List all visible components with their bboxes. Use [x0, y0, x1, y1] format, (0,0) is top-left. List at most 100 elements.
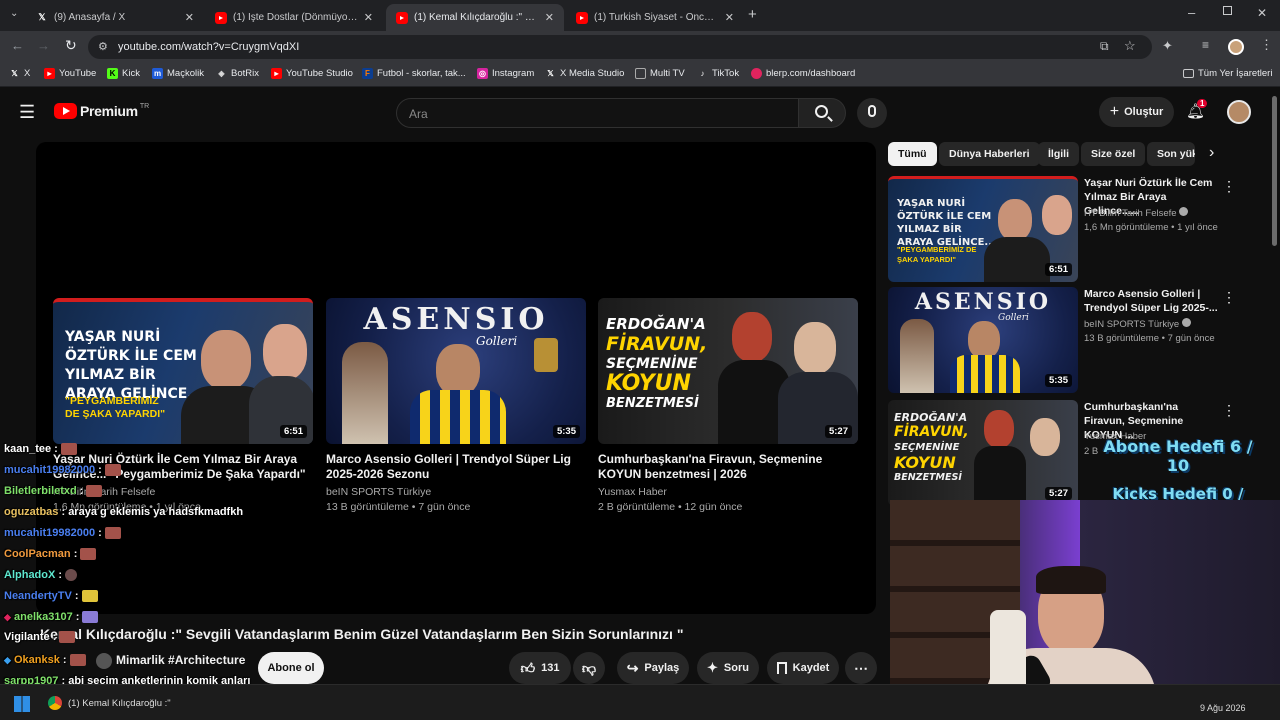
person-figure	[984, 410, 1014, 448]
search-input[interactable]: Ara	[396, 98, 799, 128]
hamburger-menu-icon[interactable]: ☰	[19, 102, 35, 123]
page-scrollbar[interactable]	[1272, 96, 1277, 246]
bookmark-instagram[interactable]: ◎ Instagram	[477, 68, 534, 79]
trophy-figure	[534, 338, 558, 372]
close-icon[interactable]: ✕	[364, 11, 373, 24]
menu-icon[interactable]: ⋮	[1260, 37, 1273, 53]
voice-search-button[interactable]	[857, 98, 887, 128]
related-video-1[interactable]: YAŞAR NURİ ÖZTÜRK İLE CEM YILMAZ BİR ARA…	[888, 176, 1268, 282]
bookmarks-bar: 𝕏X ▸ YouTube K Kick m Maçkolik ◈ BotRix ▸ You…	[0, 63, 1280, 87]
new-tab-button[interactable]: +	[748, 6, 757, 23]
tab-search-icon[interactable]: ⌄	[10, 8, 18, 19]
bookmark-mackolik[interactable]: m Maçkolik	[152, 68, 204, 79]
chip-world-news[interactable]: Dünya Haberleri	[939, 142, 1040, 166]
taskbar-chrome-window[interactable]: (1) Kemal Kılıçdaroğlu :"	[48, 693, 171, 713]
x-icon: 𝕏	[547, 69, 554, 78]
emote-icon	[104, 527, 121, 540]
endscreen-thumbnail[interactable]: YAŞAR NURİ ÖZTÜRK İLE CEM YILMAZ BİR ARA…	[53, 298, 313, 444]
chat-message: AlphadoX :	[4, 569, 78, 582]
bookmark-tiktok[interactable]: ♪ TikTok	[697, 68, 740, 79]
minimize-icon[interactable]: –	[1188, 5, 1195, 20]
bookmark-youtube[interactable]: ▸ YouTube	[44, 68, 96, 79]
bookmark-botrix[interactable]: ◈ BotRix	[216, 68, 259, 79]
extensions-icon[interactable]: ✦	[1162, 38, 1173, 54]
related-thumbnail[interactable]: YAŞAR NURİ ÖZTÜRK İLE CEM YILMAZ BİR ARA…	[888, 176, 1078, 282]
chip-all[interactable]: Tümü	[888, 142, 937, 166]
site-info-icon[interactable]: ⚙	[98, 40, 108, 53]
emote-icon	[81, 590, 98, 603]
close-icon[interactable]: ✕	[185, 11, 194, 24]
notifications-button[interactable]: 🔔︎ 1	[1186, 99, 1208, 122]
more-options-icon[interactable]: ⋮	[1222, 178, 1236, 195]
related-video-2[interactable]: ASENSIO Golleri 5:35 Marco Asensio Golle…	[888, 287, 1268, 393]
save-button[interactable]: Kaydet	[767, 652, 839, 684]
create-button[interactable]: + Oluştur	[1099, 97, 1174, 127]
endscreen-thumbnail[interactable]: ERDOĞAN'A FİRAVUN, SEÇMENİNE KOYUN BENZE…	[598, 298, 858, 444]
bookmark-x-media-studio[interactable]: 𝕏X Media Studio	[545, 68, 624, 79]
more-options-icon[interactable]: ⋮	[1222, 402, 1236, 419]
bookmark-blerp[interactable]: blerp.com/dashboard	[751, 68, 855, 79]
bookmark-youtube-studio[interactable]: ▸ YouTube Studio	[271, 68, 353, 79]
windows-start-icon[interactable]	[14, 696, 30, 712]
chess-hand-figure	[342, 342, 388, 444]
dislike-button[interactable]: 👎︎	[573, 652, 605, 684]
more-horizontal-icon: ⋯	[854, 659, 868, 676]
bookmark-futbol[interactable]: F Futbol - skorlar, tak...	[362, 68, 466, 79]
channel-avatar	[96, 653, 112, 669]
chip-recent[interactable]: Son yük	[1147, 142, 1195, 166]
bookmark-multi-tv[interactable]: Multi TV	[635, 68, 685, 79]
forward-icon[interactable]: →	[37, 38, 50, 53]
youtube-icon	[215, 11, 227, 24]
emote-icon	[82, 611, 99, 624]
reload-icon[interactable]: ↻	[65, 37, 77, 54]
person-figure	[998, 199, 1032, 241]
chip-related[interactable]: İlgili	[1038, 142, 1079, 166]
chip-for-you[interactable]: Size özel	[1081, 142, 1146, 166]
more-actions-button[interactable]: ⋯	[845, 652, 877, 684]
video-player[interactable]: YAŞAR NURİ ÖZTÜRK İLE CEM YILMAZ BİR ARA…	[36, 142, 876, 614]
like-button[interactable]: 👍︎ 131	[509, 652, 571, 684]
profile-avatar[interactable]	[1228, 39, 1244, 55]
youtube-icon	[396, 11, 408, 24]
chevron-right-icon[interactable]: ›	[1209, 144, 1214, 162]
more-options-icon[interactable]: ⋮	[1222, 289, 1236, 306]
all-bookmarks-folder[interactable]: Tüm Yer İşaretleri	[1183, 68, 1272, 79]
close-icon[interactable]: ✕	[725, 11, 734, 24]
person-figure	[1030, 418, 1060, 456]
bookmark-kick[interactable]: K Kick	[107, 68, 140, 79]
bookmark-x[interactable]: 𝕏X	[9, 68, 30, 79]
tab-youtube-3[interactable]: (1) Turkish Siyaset - Once Said ✕	[566, 4, 744, 31]
back-icon[interactable]: ←	[11, 38, 24, 53]
webcam-overlay	[890, 500, 1280, 696]
address-bar[interactable]: ⚙ youtube.com/watch?v=CruygmVqdXI ⧉ ☆	[88, 35, 1152, 59]
emote-icon	[60, 443, 77, 456]
verified-icon	[1181, 318, 1191, 327]
bookmark-star-icon[interactable]: ☆	[1124, 38, 1136, 54]
media-control-icon[interactable]: ≡	[1202, 38, 1209, 52]
ask-button[interactable]: ✦ Soru	[697, 652, 759, 684]
endscreen-video-1[interactable]: YAŞAR NURİ ÖZTÜRK İLE CEM YILMAZ BİR ARA…	[53, 298, 313, 513]
related-thumbnail[interactable]: ERDOĞAN'A FİRAVUN, SEÇMENİNE KOYUN BENZE…	[888, 400, 1078, 506]
share-button[interactable]: ↪ Paylaş	[617, 652, 689, 684]
related-thumbnail[interactable]: ASENSIO Golleri 5:35	[888, 287, 1078, 393]
tab-youtube-active[interactable]: (1) Kemal Kılıçdaroğlu :" Sevgili ✕	[386, 4, 564, 31]
maximize-icon[interactable]	[1223, 6, 1232, 15]
thumbs-up-icon: 👍︎	[520, 659, 536, 676]
close-icon[interactable]: ✕	[545, 11, 554, 24]
close-window-icon[interactable]: ✕	[1257, 6, 1267, 20]
search-button[interactable]	[798, 98, 846, 128]
channel-name-partial[interactable]: Mimarlik #Architecture	[96, 653, 245, 669]
tab-x[interactable]: 𝕏 (9) Anasayfa / X ✕	[26, 4, 204, 31]
endscreen-video-2[interactable]: ASENSIO Golleri 5:35 Marco Asensio Golle…	[326, 298, 586, 513]
flashscore-icon: F	[362, 68, 373, 79]
account-avatar[interactable]	[1227, 100, 1251, 124]
endscreen-thumbnail[interactable]: ASENSIO Golleri 5:35	[326, 298, 586, 444]
install-icon[interactable]: ⧉	[1100, 39, 1109, 54]
tab-youtube-1[interactable]: (1) İşte Dostlar (Dönmüyor Geri) ✕	[205, 4, 383, 31]
subscribe-button[interactable]: Abone ol	[258, 652, 324, 684]
url-text: youtube.com/watch?v=CruygmVqdXI	[118, 41, 300, 53]
endscreen-video-3[interactable]: ERDOĞAN'A FİRAVUN, SEÇMENİNE KOYUN BENZE…	[598, 298, 858, 513]
youtube-logo[interactable]: Premium TR	[54, 103, 149, 119]
youtube-icon: ▸	[271, 68, 282, 79]
chat-message: Vigilante :	[4, 631, 76, 644]
